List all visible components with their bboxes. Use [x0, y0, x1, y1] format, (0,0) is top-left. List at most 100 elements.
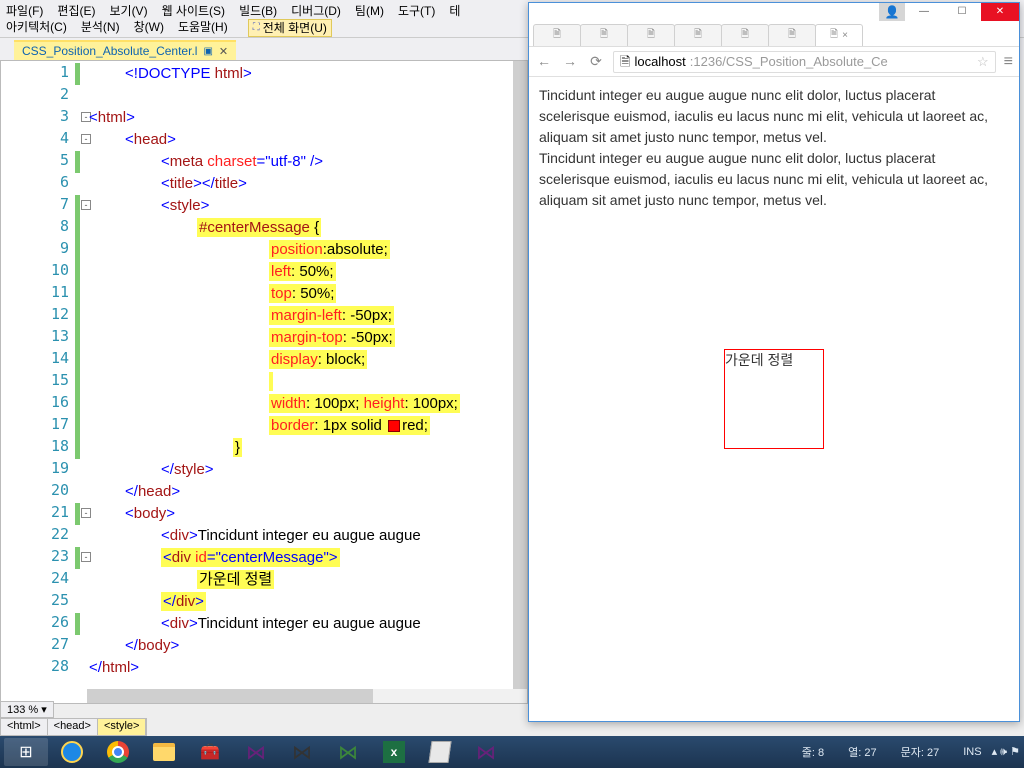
- document-tab[interactable]: CSS_Position_Absolute_Center.l ▣ ✕: [14, 40, 236, 60]
- url-input[interactable]: 🗎 localhost:1236/CSS_Position_Absolute_C…: [613, 51, 996, 73]
- page-icon: 🗎: [620, 51, 630, 73]
- browser-window: 👤 — ☐ ✕ 🗎 🗎 🗎 🗎 🗎 🗎 🗎× ← → ⟳ 🗎 localhost…: [528, 2, 1020, 722]
- code-line[interactable]: </body>: [125, 635, 179, 656]
- system-tray[interactable]: ▴ 🕪 ⚑: [992, 745, 1020, 759]
- star-icon[interactable]: ☆: [977, 51, 989, 73]
- element-breadcrumb[interactable]: <html> <head> <style>: [0, 718, 147, 736]
- code-editor[interactable]: 123-4-567-89101112131415161718192021-222…: [0, 60, 528, 704]
- horizontal-scrollbar[interactable]: [87, 689, 527, 703]
- code-line[interactable]: 가운데 정렬: [197, 569, 274, 590]
- browser-page: Tincidunt integer eu augue augue nunc el…: [529, 77, 1019, 721]
- browser-tab-active[interactable]: 🗎×: [815, 24, 863, 46]
- status-line: 줄: 8: [802, 744, 824, 760]
- code-line[interactable]: left: 50%;: [269, 261, 336, 282]
- code-line[interactable]: display: block;: [269, 349, 367, 370]
- menu-item[interactable]: 아키텍처(C): [6, 19, 67, 37]
- pin-icon[interactable]: ▣: [203, 46, 212, 57]
- browser-tab[interactable]: 🗎: [627, 24, 675, 46]
- code-line[interactable]: <style>: [161, 195, 209, 216]
- breadcrumb-head[interactable]: <head>: [48, 719, 98, 735]
- close-icon[interactable]: ×: [842, 30, 848, 41]
- forward-button[interactable]: →: [561, 53, 579, 71]
- paragraph: Tincidunt integer eu augue augue nunc el…: [539, 85, 1009, 148]
- code-line[interactable]: </html>: [89, 657, 139, 678]
- code-line[interactable]: <html>: [89, 107, 135, 128]
- browser-tab[interactable]: 🗎: [768, 24, 816, 46]
- code-line[interactable]: <div>Tincidunt integer eu augue augue: [161, 613, 421, 634]
- code-line[interactable]: position:absolute;: [269, 239, 390, 260]
- taskbar-vs3[interactable]: ⋈: [326, 738, 370, 766]
- menu-item[interactable]: 팀(M): [355, 3, 384, 19]
- breadcrumb-html[interactable]: <html>: [1, 719, 48, 735]
- code-line[interactable]: </head>: [125, 481, 180, 502]
- code-line[interactable]: top: 50%;: [269, 283, 336, 304]
- taskbar-chrome[interactable]: [96, 738, 140, 766]
- code-line[interactable]: <!DOCTYPE html>: [125, 63, 252, 84]
- zoom-level[interactable]: 133 % ▾: [0, 701, 54, 718]
- code-line[interactable]: </style>: [161, 459, 214, 480]
- menu-item[interactable]: 도구(T): [398, 3, 435, 19]
- browser-tab[interactable]: 🗎: [533, 24, 581, 46]
- start-button[interactable]: ⊞: [4, 738, 48, 766]
- menu-item[interactable]: 디버그(D): [291, 3, 341, 19]
- browser-tab[interactable]: 🗎: [721, 24, 769, 46]
- browser-tab[interactable]: 🗎: [580, 24, 628, 46]
- status-col: 열: 27: [848, 744, 876, 760]
- center-message-box: 가운데 정렬: [724, 349, 824, 449]
- paragraph: Tincidunt integer eu augue augue nunc el…: [539, 148, 1009, 211]
- code-line[interactable]: border: 1px solid red;: [269, 415, 430, 436]
- taskbar-explorer[interactable]: [142, 738, 186, 766]
- status-char: 문자: 27: [901, 744, 940, 760]
- code-line[interactable]: width: 100px; height: 100px;: [269, 393, 460, 414]
- taskbar-vs2[interactable]: ⋈: [280, 738, 324, 766]
- maximize-button[interactable]: ☐: [943, 3, 981, 21]
- close-icon[interactable]: ✕: [219, 45, 228, 58]
- fullscreen-button[interactable]: ⛶전체 화면(U): [248, 19, 332, 37]
- menu-item[interactable]: 파일(F): [6, 3, 43, 19]
- status-bar: 줄: 8 열: 27 문자: 27 INS: [802, 744, 990, 760]
- menu-item[interactable]: 테: [449, 3, 460, 19]
- code-line[interactable]: margin-left: -50px;: [269, 305, 394, 326]
- menu-item[interactable]: 웹 사이트(S): [162, 3, 226, 19]
- close-button[interactable]: ✕: [981, 3, 1019, 21]
- code-line[interactable]: }: [233, 437, 242, 458]
- code-line[interactable]: </div>: [161, 591, 206, 612]
- code-line[interactable]: margin-top: -50px;: [269, 327, 395, 348]
- menu-item[interactable]: 도움말(H): [178, 19, 228, 37]
- menu-item[interactable]: 편집(E): [57, 3, 95, 19]
- taskbar-tools[interactable]: 🧰: [188, 738, 232, 766]
- menu-icon[interactable]: ≡: [1004, 53, 1013, 71]
- url-path: :1236/CSS_Position_Absolute_Ce: [690, 51, 888, 73]
- status-ins: INS: [963, 746, 981, 758]
- breadcrumb-style[interactable]: <style>: [98, 719, 146, 735]
- reload-button[interactable]: ⟳: [587, 53, 605, 71]
- taskbar: ⊞ 🧰 ⋈ ⋈ ⋈ x ⋈ 줄: 8 열: 27 문자: 27 INS ▴ 🕪 …: [0, 736, 1024, 768]
- center-message-text: 가운데 정렬: [725, 352, 793, 368]
- menu-item[interactable]: 빌드(B): [239, 3, 277, 19]
- browser-tab[interactable]: 🗎: [674, 24, 722, 46]
- code-line[interactable]: <head>: [125, 129, 176, 150]
- minimize-button[interactable]: —: [905, 3, 943, 21]
- taskbar-vs1[interactable]: ⋈: [234, 738, 278, 766]
- address-bar: ← → ⟳ 🗎 localhost:1236/CSS_Position_Abso…: [529, 47, 1019, 77]
- code-line[interactable]: <body>: [125, 503, 175, 524]
- menu-item[interactable]: 창(W): [134, 19, 164, 37]
- menu-item[interactable]: 분석(N): [81, 19, 120, 37]
- avatar-icon[interactable]: 👤: [879, 3, 905, 21]
- back-button[interactable]: ←: [535, 53, 553, 71]
- taskbar-ie[interactable]: [50, 738, 94, 766]
- code-line[interactable]: <div id="centerMessage">: [161, 547, 340, 568]
- code-line[interactable]: <meta charset="utf-8" />: [161, 151, 323, 172]
- taskbar-notepad[interactable]: [418, 738, 462, 766]
- code-line[interactable]: <div>Tincidunt integer eu augue augue: [161, 525, 421, 546]
- taskbar-vs4[interactable]: ⋈: [464, 738, 508, 766]
- code-line[interactable]: <title></title>: [161, 173, 247, 194]
- document-tab-title: CSS_Position_Absolute_Center.l: [22, 44, 197, 58]
- menu-item[interactable]: 보기(V): [109, 3, 147, 19]
- browser-tab-strip: 🗎 🗎 🗎 🗎 🗎 🗎 🗎×: [529, 21, 1019, 47]
- url-host: localhost: [634, 51, 685, 73]
- vertical-scrollbar[interactable]: [513, 61, 527, 689]
- code-line[interactable]: [269, 371, 273, 392]
- code-line[interactable]: #centerMessage {: [197, 217, 321, 238]
- taskbar-excel[interactable]: x: [372, 738, 416, 766]
